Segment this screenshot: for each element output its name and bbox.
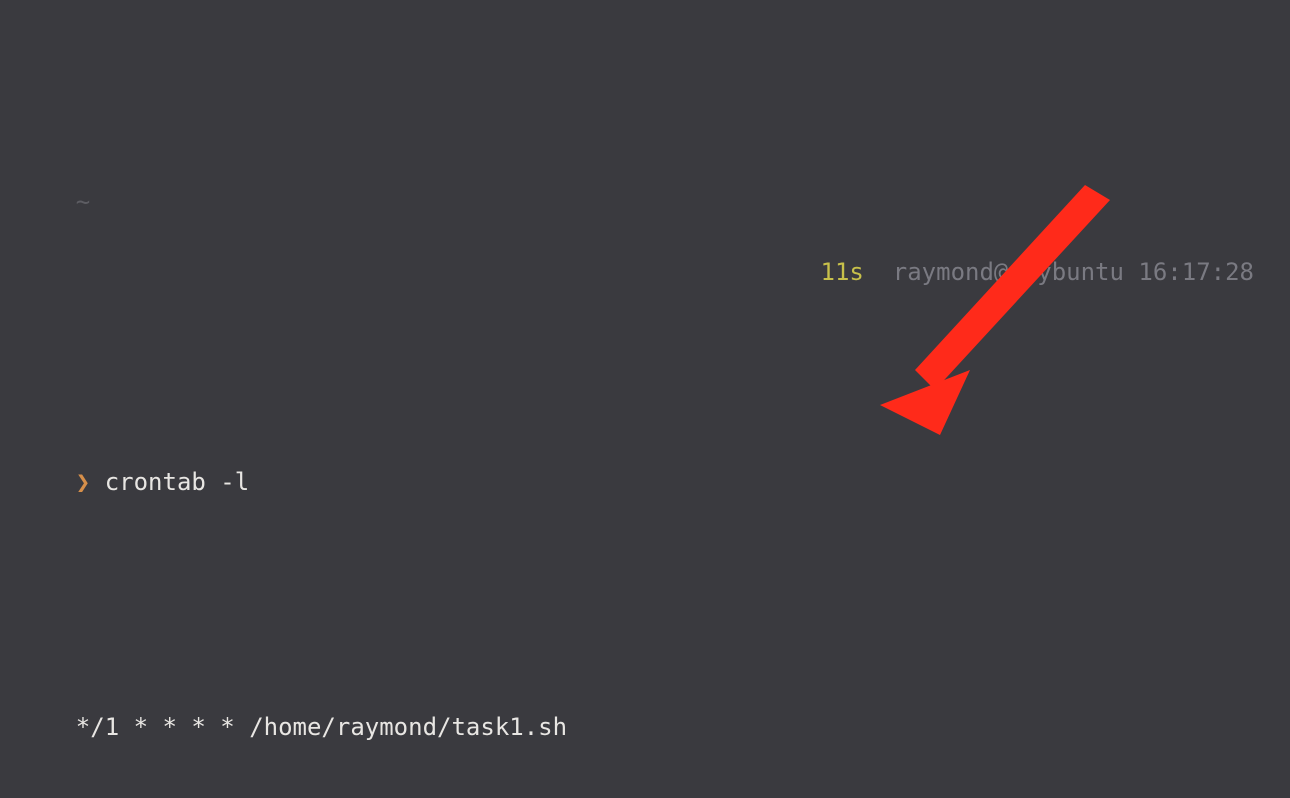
- status-right: 11s raymond@raybuntu 16:17:28: [734, 220, 1254, 325]
- prompt-char: ❯: [76, 468, 90, 496]
- elapsed-time: 11s: [821, 258, 864, 286]
- command-crontab: crontab -l: [105, 468, 250, 496]
- tilde: ~: [76, 188, 90, 216]
- clock-time: 16:17:28: [1138, 258, 1254, 286]
- crontab-entry-1: */1 * * * * /home/raymond/task1.sh: [76, 713, 567, 741]
- user-host: raymond@raybuntu: [893, 258, 1124, 286]
- terminal-window[interactable]: ~ 11s raymond@raybuntu 16:17:28 ❯ cronta…: [0, 0, 1290, 798]
